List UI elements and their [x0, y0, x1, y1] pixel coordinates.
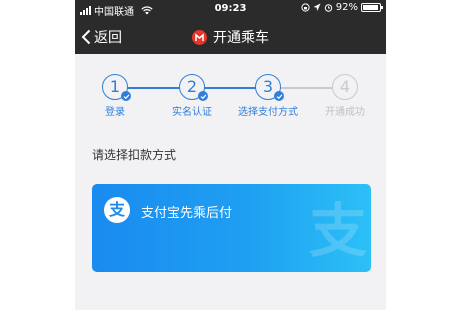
step-label: 登录: [105, 107, 125, 118]
status-bar: 中国联通 09:23 92%: [75, 0, 386, 18]
check-icon: [121, 91, 131, 101]
battery-percent: 92%: [335, 2, 358, 13]
status-right: 92%: [301, 2, 383, 13]
step-circle: 4: [332, 74, 358, 100]
check-icon: [198, 91, 208, 101]
step-number: 3: [262, 77, 274, 96]
step-label: 开通成功: [325, 107, 365, 118]
alipay-watermark-icon: 支: [308, 197, 367, 265]
step-number: 1: [109, 77, 121, 96]
section-prompt: 请选择扣款方式: [92, 148, 177, 162]
progress-steps: 1 登录 2 实名认证 3 选择支付方式 4 开通成功: [75, 54, 386, 132]
nav-bar: 返回 开通乘车: [75, 18, 386, 54]
nav-title-group: 开通乘车: [75, 27, 386, 47]
alipay-option-card[interactable]: 支 支付宝先乘后付 支: [92, 184, 371, 272]
step-label: 实名认证: [172, 107, 212, 118]
alarm-icon: [324, 4, 332, 12]
step-number: 4: [339, 77, 351, 96]
payment-option-label: 支付宝先乘后付: [141, 206, 233, 221]
check-icon: [274, 91, 284, 101]
step-3: 3 选择支付方式: [228, 74, 308, 118]
step-circle: 1: [102, 74, 131, 101]
lock-rotation-icon: [301, 3, 310, 12]
location-icon: [313, 3, 321, 11]
step-4: 4 开通成功: [305, 74, 385, 118]
phone-screen: 中国联通 09:23 92% 返回 开通乘车 1 登录 2 实名认证 3 选择支…: [75, 0, 386, 310]
alipay-logo-icon: 支: [104, 197, 130, 223]
battery-fill: [363, 5, 378, 10]
step-circle: 3: [255, 74, 284, 101]
step-2: 2 实名认证: [152, 74, 232, 118]
step-circle: 2: [179, 74, 208, 101]
page-title: 开通乘车: [213, 30, 269, 46]
metro-logo-icon: [192, 29, 207, 45]
step-1: 1 登录: [75, 74, 155, 118]
battery-icon: [361, 3, 383, 12]
step-number: 2: [186, 77, 198, 96]
step-label: 选择支付方式: [238, 107, 298, 118]
